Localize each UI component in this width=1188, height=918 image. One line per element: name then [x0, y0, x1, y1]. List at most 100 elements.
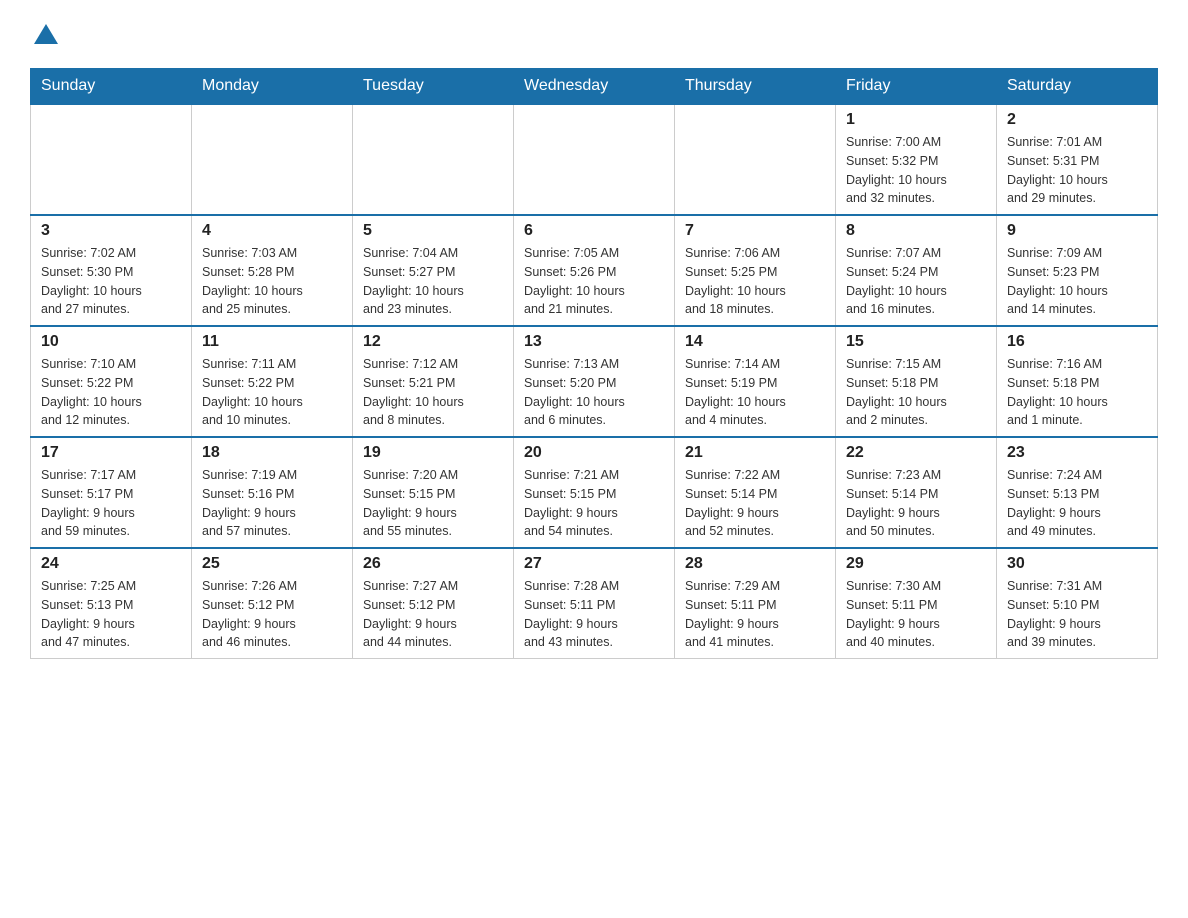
logo — [30, 20, 62, 48]
calendar-cell: 22 Sunrise: 7:23 AMSunset: 5:14 PMDayligh… — [836, 437, 997, 548]
day-info: Sunrise: 7:29 AMSunset: 5:11 PMDaylight:… — [685, 577, 825, 652]
day-number: 4 — [202, 222, 342, 240]
week-row-2: 3 Sunrise: 7:02 AMSunset: 5:30 PMDaylight… — [31, 215, 1158, 326]
calendar-cell: 12 Sunrise: 7:12 AMSunset: 5:21 PMDayligh… — [353, 326, 514, 437]
day-number: 12 — [363, 333, 503, 351]
weekday-header-row: SundayMondayTuesdayWednesdayThursdayFrid… — [31, 69, 1158, 105]
calendar-cell: 23Sunrise: 7:24 AMSunset: 5:13 PMDayligh… — [997, 437, 1158, 548]
calendar-cell: 17 Sunrise: 7:17 AMSunset: 5:17 PMDayligh… — [31, 437, 192, 548]
calendar-cell: 16 Sunrise: 7:16 AMSunset: 5:18 PMDayligh… — [997, 326, 1158, 437]
day-info: Sunrise: 7:26 AMSunset: 5:12 PMDaylight:… — [202, 577, 342, 652]
calendar-cell: 15 Sunrise: 7:15 AMSunset: 5:18 PMDayligh… — [836, 326, 997, 437]
day-number: 9 — [1007, 222, 1147, 240]
day-number: 26 — [363, 555, 503, 573]
calendar-table: SundayMondayTuesdayWednesdayThursdayFrid… — [30, 68, 1158, 659]
day-number: 11 — [202, 333, 342, 351]
day-number: 28 — [685, 555, 825, 573]
calendar-cell: 18 Sunrise: 7:19 AMSunset: 5:16 PMDayligh… — [192, 437, 353, 548]
calendar-cell: 3 Sunrise: 7:02 AMSunset: 5:30 PMDaylight… — [31, 215, 192, 326]
day-info: Sunrise: 7:02 AMSunset: 5:30 PMDaylight:… — [41, 244, 181, 319]
day-info: Sunrise: 7:14 AMSunset: 5:19 PMDaylight:… — [685, 355, 825, 430]
day-info: Sunrise: 7:09 AMSunset: 5:23 PMDaylight:… — [1007, 244, 1147, 319]
day-info: Sunrise: 7:16 AMSunset: 5:18 PMDaylight:… — [1007, 355, 1147, 430]
calendar-cell: 2 Sunrise: 7:01 AMSunset: 5:31 PMDaylight… — [997, 104, 1158, 215]
day-number: 29 — [846, 555, 986, 573]
day-info: Sunrise: 7:30 AMSunset: 5:11 PMDaylight:… — [846, 577, 986, 652]
calendar-cell — [675, 104, 836, 215]
day-info: Sunrise: 7:01 AMSunset: 5:31 PMDaylight:… — [1007, 133, 1147, 208]
weekday-header-wednesday: Wednesday — [514, 69, 675, 105]
page-header — [30, 20, 1158, 48]
day-number: 15 — [846, 333, 986, 351]
weekday-header-tuesday: Tuesday — [353, 69, 514, 105]
calendar-cell: 11 Sunrise: 7:11 AMSunset: 5:22 PMDayligh… — [192, 326, 353, 437]
week-row-1: 1 Sunrise: 7:00 AMSunset: 5:32 PMDaylight… — [31, 104, 1158, 215]
weekday-header-monday: Monday — [192, 69, 353, 105]
weekday-header-saturday: Saturday — [997, 69, 1158, 105]
day-info: Sunrise: 7:07 AMSunset: 5:24 PMDaylight:… — [846, 244, 986, 319]
day-info: Sunrise: 7:22 AMSunset: 5:14 PMDaylight:… — [685, 466, 825, 541]
day-info: Sunrise: 7:10 AMSunset: 5:22 PMDaylight:… — [41, 355, 181, 430]
day-number: 5 — [363, 222, 503, 240]
day-number: 3 — [41, 222, 181, 240]
calendar-cell: 13 Sunrise: 7:13 AMSunset: 5:20 PMDayligh… — [514, 326, 675, 437]
calendar-cell: 6 Sunrise: 7:05 AMSunset: 5:26 PMDaylight… — [514, 215, 675, 326]
day-number: 2 — [1007, 111, 1147, 129]
calendar-cell: 28 Sunrise: 7:29 AMSunset: 5:11 PMDayligh… — [675, 548, 836, 659]
day-info: Sunrise: 7:27 AMSunset: 5:12 PMDaylight:… — [363, 577, 503, 652]
day-info: Sunrise: 7:17 AMSunset: 5:17 PMDaylight:… — [41, 466, 181, 541]
day-number: 17 — [41, 444, 181, 462]
day-number: 27 — [524, 555, 664, 573]
day-number: 16 — [1007, 333, 1147, 351]
day-number: 25 — [202, 555, 342, 573]
logo-icon — [32, 20, 60, 48]
calendar-cell — [192, 104, 353, 215]
day-number: 13 — [524, 333, 664, 351]
day-number: 22 — [846, 444, 986, 462]
calendar-cell: 25 Sunrise: 7:26 AMSunset: 5:12 PMDayligh… — [192, 548, 353, 659]
calendar-cell: 21Sunrise: 7:22 AMSunset: 5:14 PMDayligh… — [675, 437, 836, 548]
day-info: Sunrise: 7:11 AMSunset: 5:22 PMDaylight:… — [202, 355, 342, 430]
day-info: Sunrise: 7:00 AMSunset: 5:32 PMDaylight:… — [846, 133, 986, 208]
weekday-header-sunday: Sunday — [31, 69, 192, 105]
calendar-cell — [353, 104, 514, 215]
week-row-5: 24 Sunrise: 7:25 AMSunset: 5:13 PMDayligh… — [31, 548, 1158, 659]
day-info: Sunrise: 7:13 AMSunset: 5:20 PMDaylight:… — [524, 355, 664, 430]
calendar-cell: 14 Sunrise: 7:14 AMSunset: 5:19 PMDayligh… — [675, 326, 836, 437]
day-info: Sunrise: 7:03 AMSunset: 5:28 PMDaylight:… — [202, 244, 342, 319]
weekday-header-friday: Friday — [836, 69, 997, 105]
calendar-cell: 1 Sunrise: 7:00 AMSunset: 5:32 PMDaylight… — [836, 104, 997, 215]
day-info: Sunrise: 7:23 AMSunset: 5:14 PMDaylight:… — [846, 466, 986, 541]
weekday-header-thursday: Thursday — [675, 69, 836, 105]
calendar-cell: 4 Sunrise: 7:03 AMSunset: 5:28 PMDaylight… — [192, 215, 353, 326]
calendar-cell: 7 Sunrise: 7:06 AMSunset: 5:25 PMDaylight… — [675, 215, 836, 326]
calendar-cell: 9 Sunrise: 7:09 AMSunset: 5:23 PMDaylight… — [997, 215, 1158, 326]
day-number: 24 — [41, 555, 181, 573]
calendar-cell: 27 Sunrise: 7:28 AMSunset: 5:11 PMDayligh… — [514, 548, 675, 659]
day-info: Sunrise: 7:04 AMSunset: 5:27 PMDaylight:… — [363, 244, 503, 319]
day-info: Sunrise: 7:25 AMSunset: 5:13 PMDaylight:… — [41, 577, 181, 652]
day-info: Sunrise: 7:12 AMSunset: 5:21 PMDaylight:… — [363, 355, 503, 430]
day-info: Sunrise: 7:31 AMSunset: 5:10 PMDaylight:… — [1007, 577, 1147, 652]
week-row-3: 10Sunrise: 7:10 AMSunset: 5:22 PMDayligh… — [31, 326, 1158, 437]
day-number: 1 — [846, 111, 986, 129]
day-number: 14 — [685, 333, 825, 351]
day-info: Sunrise: 7:15 AMSunset: 5:18 PMDaylight:… — [846, 355, 986, 430]
day-info: Sunrise: 7:05 AMSunset: 5:26 PMDaylight:… — [524, 244, 664, 319]
day-info: Sunrise: 7:06 AMSunset: 5:25 PMDaylight:… — [685, 244, 825, 319]
day-number: 30 — [1007, 555, 1147, 573]
calendar-cell — [31, 104, 192, 215]
day-info: Sunrise: 7:24 AMSunset: 5:13 PMDaylight:… — [1007, 466, 1147, 541]
week-row-4: 17 Sunrise: 7:17 AMSunset: 5:17 PMDayligh… — [31, 437, 1158, 548]
calendar-cell: 19Sunrise: 7:20 AMSunset: 5:15 PMDayligh… — [353, 437, 514, 548]
calendar-cell: 20Sunrise: 7:21 AMSunset: 5:15 PMDayligh… — [514, 437, 675, 548]
calendar-cell: 29 Sunrise: 7:30 AMSunset: 5:11 PMDayligh… — [836, 548, 997, 659]
day-info: Sunrise: 7:19 AMSunset: 5:16 PMDaylight:… — [202, 466, 342, 541]
day-number: 6 — [524, 222, 664, 240]
calendar-cell: 10Sunrise: 7:10 AMSunset: 5:22 PMDayligh… — [31, 326, 192, 437]
day-info: Sunrise: 7:28 AMSunset: 5:11 PMDaylight:… — [524, 577, 664, 652]
day-number: 18 — [202, 444, 342, 462]
day-number: 7 — [685, 222, 825, 240]
day-info: Sunrise: 7:20 AMSunset: 5:15 PMDaylight:… — [363, 466, 503, 541]
calendar-cell: 8Sunrise: 7:07 AMSunset: 5:24 PMDaylight… — [836, 215, 997, 326]
